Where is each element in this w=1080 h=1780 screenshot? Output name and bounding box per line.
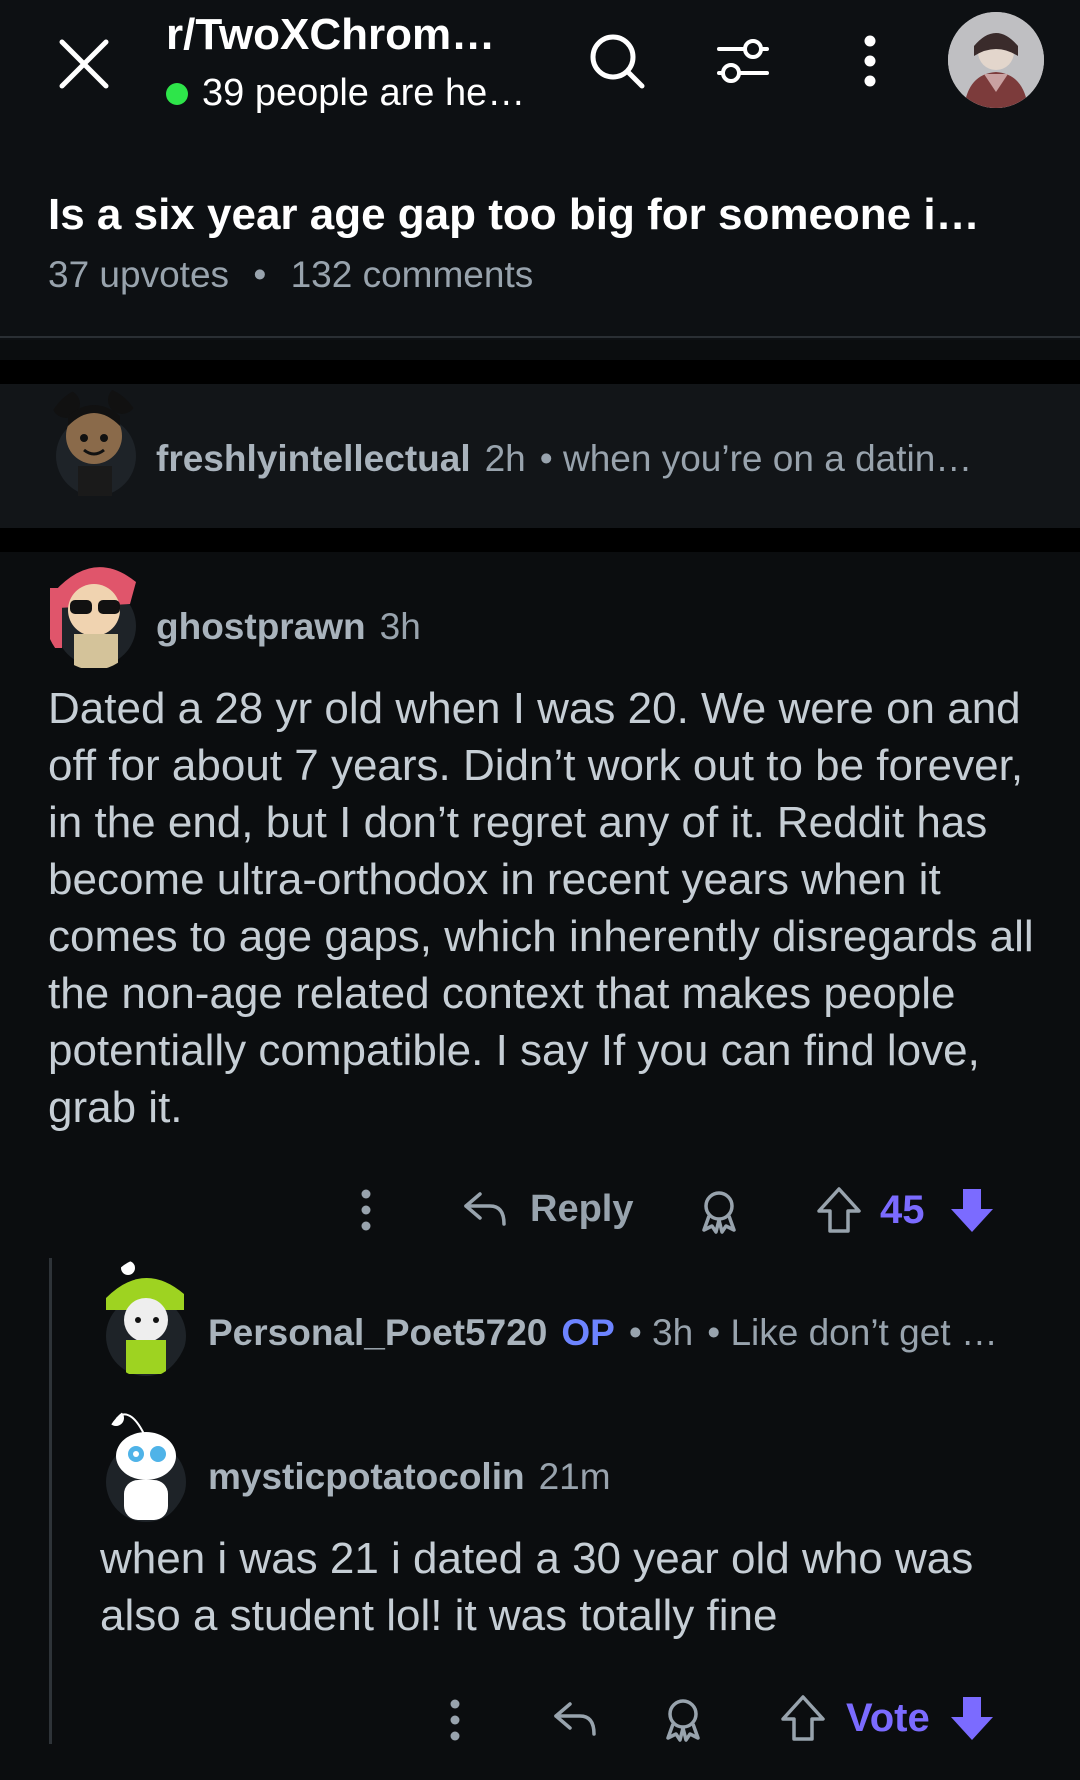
more-vertical-icon[interactable] xyxy=(443,1698,467,1742)
reply-icon[interactable] xyxy=(550,1694,600,1744)
commenter-avatar[interactable] xyxy=(44,552,144,670)
comment-meta: Personal_Poet5720 OP • 3h • Like don’t g… xyxy=(208,1312,998,1354)
search-icon[interactable] xyxy=(582,26,652,96)
comment-time: 21m xyxy=(538,1456,611,1497)
downvote-icon[interactable] xyxy=(946,1184,998,1236)
comment-time: 3h xyxy=(379,606,421,647)
user-avatar[interactable] xyxy=(948,12,1044,108)
comment-preview: • Like don’t get … xyxy=(707,1312,998,1353)
subreddit-name[interactable]: r/TwoXChrom… xyxy=(166,10,495,60)
online-status: 39 people are he… xyxy=(166,72,525,115)
comment-body: when i was 21 i dated a 30 year old who … xyxy=(100,1534,974,1640)
separator-dot: • xyxy=(253,254,267,295)
online-count: 39 people are he… xyxy=(202,72,526,114)
reply-button[interactable]: Reply xyxy=(460,1184,633,1234)
filter-icon[interactable] xyxy=(708,26,778,96)
post-title[interactable]: Is a six year age gap too big for someon… xyxy=(48,190,980,240)
downvote-icon[interactable] xyxy=(946,1692,998,1744)
commenter-avatar[interactable] xyxy=(100,1258,190,1378)
more-vertical-icon[interactable] xyxy=(354,1188,378,1232)
comment-time: • 3h xyxy=(628,1312,694,1353)
reply-icon xyxy=(464,1192,506,1226)
thread-line[interactable] xyxy=(49,1258,52,1744)
upvote-count: 37 upvotes xyxy=(48,254,230,295)
comment-meta: mysticpotatocolin 21m xyxy=(208,1456,611,1498)
username[interactable]: ghostprawn xyxy=(156,606,366,648)
close-icon[interactable] xyxy=(48,28,120,100)
reply-label: Reply xyxy=(530,1187,634,1230)
username[interactable]: mysticpotatocolin xyxy=(208,1456,525,1498)
comment-meta: ghostprawn 3h xyxy=(156,606,421,648)
op-badge: OP xyxy=(561,1312,615,1353)
upvote-icon[interactable] xyxy=(814,1184,864,1236)
username[interactable]: Personal_Poet5720 xyxy=(208,1312,547,1354)
award-icon[interactable] xyxy=(694,1186,744,1236)
online-dot-icon xyxy=(166,82,188,105)
vote-count: 45 xyxy=(880,1188,925,1232)
header-divider xyxy=(0,336,1080,338)
comment-body: Dated a 28 yr old when I was 20. We were… xyxy=(48,684,1034,1132)
comment-time: 2h xyxy=(484,438,526,479)
comment-meta: freshlyintellectual 2h • when you’re on … xyxy=(156,438,972,480)
commenter-avatar[interactable] xyxy=(44,386,144,500)
section-separator xyxy=(0,360,1080,384)
section-separator xyxy=(0,528,1080,552)
comment-count: 132 comments xyxy=(290,254,534,295)
comment-preview: • when you’re on a datin… xyxy=(539,438,973,479)
commenter-avatar[interactable] xyxy=(100,1404,190,1524)
username[interactable]: freshlyintellectual xyxy=(156,438,471,480)
vote-label: Vote xyxy=(846,1696,930,1740)
post-stats: 37 upvotes • 132 comments xyxy=(48,254,533,296)
more-vertical-icon[interactable] xyxy=(835,26,905,96)
upvote-icon[interactable] xyxy=(778,1692,828,1744)
award-icon[interactable] xyxy=(658,1694,708,1744)
